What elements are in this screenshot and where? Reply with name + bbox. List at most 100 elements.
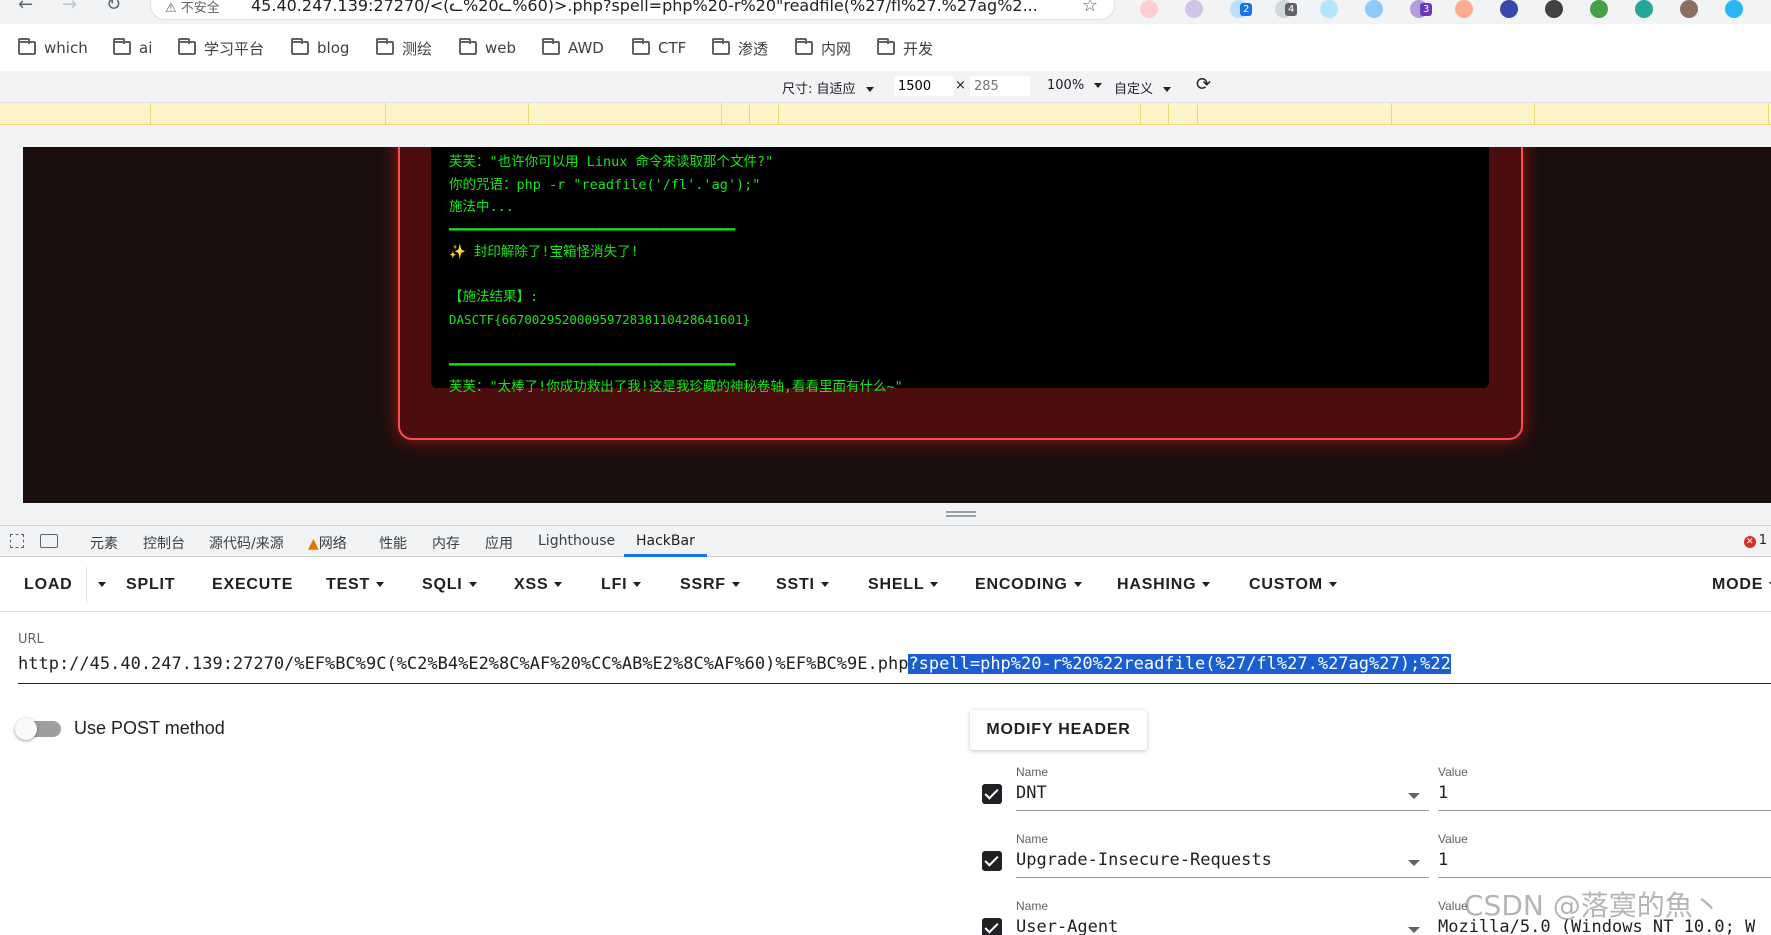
ruler-segment[interactable] xyxy=(749,103,750,125)
folder-icon xyxy=(291,38,309,55)
zoom-select[interactable]: 100% xyxy=(1047,78,1103,93)
test-menu[interactable]: TEST xyxy=(326,576,385,594)
custom-menu[interactable]: CUSTOM xyxy=(1249,576,1337,594)
ssti-menu[interactable]: SSTI xyxy=(776,576,829,594)
url-input[interactable]: http://45.40.247.139:27270/%EF%BC%9C(%C2… xyxy=(18,654,1771,684)
bookmark-label: AWD xyxy=(568,39,604,57)
extension-icon[interactable] xyxy=(1140,0,1158,18)
tab-console[interactable]: 控制台 xyxy=(143,533,185,553)
extension-icon[interactable] xyxy=(1455,0,1473,18)
extension-icon[interactable]: 2 xyxy=(1230,0,1253,18)
ruler-segment[interactable] xyxy=(385,103,386,125)
bookmark-folder[interactable]: 内网 xyxy=(795,38,851,58)
header-value-input[interactable]: 1 xyxy=(1438,783,1771,811)
extension-icon[interactable] xyxy=(1320,0,1338,18)
extension-icon[interactable] xyxy=(1680,0,1698,18)
device-toggle-icon[interactable] xyxy=(40,534,58,548)
bookmark-star-icon[interactable]: ☆ xyxy=(1082,0,1098,16)
bookmark-folder[interactable]: CTF xyxy=(632,38,686,58)
height-input[interactable] xyxy=(970,76,1030,96)
bookmark-folder[interactable]: 测绘 xyxy=(376,38,432,58)
tab-application[interactable]: 应用 xyxy=(485,533,513,553)
chevron-down-icon[interactable] xyxy=(1408,927,1420,933)
header-name-input[interactable]: Upgrade-Insecure-Requests xyxy=(1016,850,1429,878)
bookmark-folder[interactable]: AWD xyxy=(542,38,604,58)
custom-label: CUSTOM xyxy=(1249,576,1323,593)
address-bar[interactable]: ⚠ 不安全 45.40.247.139:27270/<(ᓚ%20ᓚ%60)>.p… xyxy=(150,0,1115,20)
folder-icon xyxy=(632,38,650,55)
bookmark-folder[interactable]: which xyxy=(18,38,88,58)
back-icon[interactable]: ← xyxy=(18,0,33,15)
xss-menu[interactable]: XSS xyxy=(514,576,563,594)
chevron-down-icon xyxy=(376,582,385,588)
ruler-segment[interactable] xyxy=(778,103,779,125)
chevron-down-icon[interactable] xyxy=(1408,793,1420,799)
times-sign: × xyxy=(955,78,966,93)
tab-sources[interactable]: 源代码/来源 xyxy=(209,533,284,553)
encoding-menu[interactable]: ENCODING xyxy=(975,576,1082,594)
execute-button[interactable]: EXECUTE xyxy=(212,576,293,594)
hashing-menu[interactable]: HASHING xyxy=(1117,576,1211,594)
header-value-input[interactable]: 1 xyxy=(1438,850,1771,878)
ruler-segment[interactable] xyxy=(528,103,529,125)
lfi-menu[interactable]: LFI xyxy=(601,576,642,594)
load-options-button[interactable] xyxy=(92,576,106,594)
ruler-segment[interactable] xyxy=(1768,103,1769,125)
ruler-segment[interactable] xyxy=(721,103,722,125)
browser-toolbar: ← → ↻ ⚠ 不安全 45.40.247.139:27270/<(ᓚ%20ᓚ%… xyxy=(0,0,1771,24)
sqli-menu[interactable]: SQLI xyxy=(422,576,477,594)
throttle-select[interactable]: 自定义 xyxy=(1114,78,1172,97)
split-button[interactable]: SPLIT xyxy=(126,576,175,594)
rotate-icon[interactable]: ⟳ xyxy=(1196,74,1211,95)
tab-elements[interactable]: 元素 xyxy=(90,533,118,553)
forward-icon[interactable]: → xyxy=(62,0,77,15)
extension-icon[interactable] xyxy=(1365,0,1383,18)
ruler-segment[interactable] xyxy=(1140,103,1141,125)
extension-icon[interactable]: 4 xyxy=(1275,0,1298,18)
extension-icon[interactable]: 3 xyxy=(1410,0,1433,18)
bookmark-folder[interactable]: 渗透 xyxy=(712,38,768,58)
extension-icon[interactable] xyxy=(1185,0,1203,18)
error-counter[interactable]: ✕ 1 xyxy=(1743,533,1767,548)
address-text[interactable]: 45.40.247.139:27270/<(ᓚ%20ᓚ%60)>.php?spe… xyxy=(251,0,1101,15)
bookmark-folder[interactable]: web xyxy=(459,38,516,58)
header-enabled-checkbox[interactable] xyxy=(982,851,1002,871)
tab-hackbar[interactable]: HackBar xyxy=(624,533,707,557)
modify-header-button[interactable]: MODIFY HEADER xyxy=(970,710,1147,750)
bookmark-folder[interactable]: blog xyxy=(291,38,349,58)
ruler-segment[interactable] xyxy=(1534,103,1535,125)
extension-icon[interactable] xyxy=(1635,0,1653,18)
tab-network[interactable]: ▲网络 xyxy=(308,533,347,553)
inspect-element-icon[interactable] xyxy=(10,534,24,548)
bookmark-folder[interactable]: 学习平台 xyxy=(178,38,264,58)
header-enabled-checkbox[interactable] xyxy=(982,784,1002,804)
extension-icon[interactable] xyxy=(1725,0,1743,18)
tab-performance[interactable]: 性能 xyxy=(379,533,407,553)
load-button[interactable]: LOAD xyxy=(24,576,73,594)
post-method-toggle[interactable] xyxy=(15,718,61,740)
width-input[interactable] xyxy=(894,76,954,96)
tab-memory[interactable]: 内存 xyxy=(432,533,460,553)
ruler-segment[interactable] xyxy=(1168,103,1169,125)
tab-lighthouse[interactable]: Lighthouse xyxy=(538,533,615,549)
ruler-segment[interactable] xyxy=(1197,103,1198,125)
ruler-segment[interactable] xyxy=(1391,103,1392,125)
reload-icon[interactable]: ↻ xyxy=(106,0,121,15)
ruler-segment[interactable] xyxy=(150,103,151,125)
mode-menu[interactable]: MODE xyxy=(1712,576,1771,594)
bookmark-folder[interactable]: 开发 xyxy=(877,38,933,58)
security-warning[interactable]: ⚠ 不安全 xyxy=(165,0,220,16)
extension-icon[interactable] xyxy=(1500,0,1518,18)
resize-handle[interactable] xyxy=(946,511,976,517)
chevron-down-icon[interactable] xyxy=(1408,860,1420,866)
header-enabled-checkbox[interactable] xyxy=(982,918,1002,935)
terminal-line: 芙芙："也许你可以用 Linux 命令来读取那个文件?" xyxy=(449,154,774,170)
bookmark-folder[interactable]: ai xyxy=(113,38,152,58)
ssrf-menu[interactable]: SSRF xyxy=(680,576,740,594)
extension-icon[interactable] xyxy=(1590,0,1608,18)
shell-menu[interactable]: SHELL xyxy=(868,576,939,594)
header-name-input[interactable]: User-Agent xyxy=(1016,917,1429,935)
dimensions-select[interactable]: 尺寸: 自适应 xyxy=(782,78,874,97)
header-name-input[interactable]: DNT xyxy=(1016,783,1429,811)
extension-icon[interactable] xyxy=(1545,0,1563,18)
